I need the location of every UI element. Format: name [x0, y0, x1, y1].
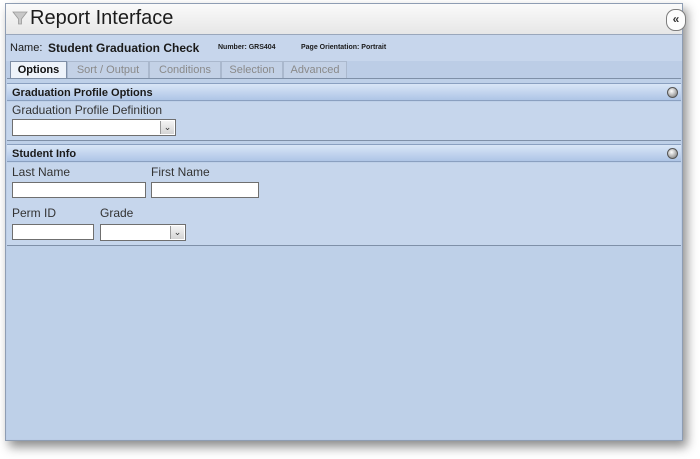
- report-info-bar: Name: Student Graduation Check Number: G…: [6, 35, 682, 61]
- perm-id-input[interactable]: [12, 224, 94, 240]
- report-name-label: Name:: [10, 42, 43, 54]
- funnel-icon: [12, 11, 28, 25]
- student-section-title: Student Info: [12, 148, 77, 160]
- report-number: Number: GRS404: [218, 44, 276, 51]
- grade-label: Grade: [100, 206, 134, 220]
- report-name-value: Student Graduation Check: [48, 41, 200, 55]
- section-divider: [7, 245, 681, 246]
- graduation-definition-select[interactable]: ⌄: [12, 119, 176, 136]
- section-divider: [7, 140, 681, 141]
- graduation-section-title: Graduation Profile Options: [12, 87, 153, 99]
- chevron-down-icon[interactable]: ⌄: [170, 226, 184, 239]
- graduation-section-header[interactable]: Graduation Profile Options: [7, 83, 681, 101]
- tab-sort-output[interactable]: Sort / Output: [67, 61, 149, 79]
- page-orientation: Page Orientation: Portrait: [301, 44, 387, 51]
- collapse-section-icon[interactable]: [667, 148, 678, 159]
- tab-selection[interactable]: Selection: [221, 61, 283, 79]
- options-panel: Graduation Profile Options Graduation Pr…: [7, 78, 681, 439]
- student-section-header[interactable]: Student Info: [7, 144, 681, 162]
- report-interface-window: Report Interface « Name: Student Graduat…: [5, 3, 686, 441]
- first-name-input[interactable]: [151, 182, 259, 198]
- chevron-down-icon[interactable]: ⌄: [160, 121, 174, 134]
- student-section-body: Last Name First Name Perm ID Grade ⌄: [7, 163, 681, 245]
- tab-conditions[interactable]: Conditions: [149, 61, 221, 79]
- window-title: Report Interface: [30, 7, 174, 29]
- perm-id-label: Perm ID: [12, 206, 57, 220]
- grade-select[interactable]: ⌄: [100, 224, 186, 241]
- graduation-definition-label: Graduation Profile Definition: [12, 103, 163, 117]
- title-bar: Report Interface «: [6, 4, 686, 35]
- last-name-input[interactable]: [12, 182, 146, 198]
- first-name-label: First Name: [151, 165, 210, 179]
- tab-advanced[interactable]: Advanced: [283, 61, 347, 79]
- collapse-section-icon[interactable]: [667, 87, 678, 98]
- double-chevron-left-icon[interactable]: «: [666, 9, 686, 31]
- graduation-section-body: Graduation Profile Definition ⌄: [7, 102, 681, 140]
- last-name-label: Last Name: [12, 165, 71, 179]
